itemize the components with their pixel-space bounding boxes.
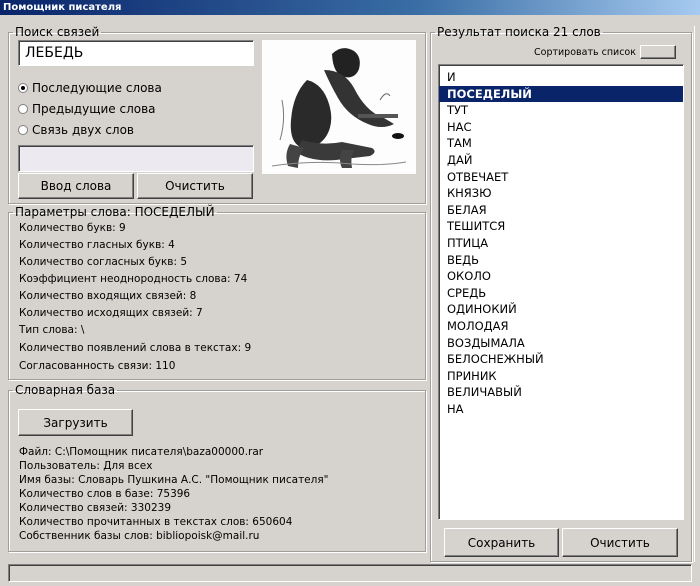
writer-illustration: [262, 40, 416, 174]
result-item[interactable]: СРЕДЬ: [439, 285, 683, 302]
search-group-legend: Поиск связей: [15, 25, 100, 39]
right-edge-panel: [694, 26, 700, 562]
dict-link-count: Количество связей: 330239: [19, 502, 172, 514]
word-params-legend: Параметры слова: ПОСЕДЕЛЫЙ: [15, 205, 215, 219]
dictionary-legend: Словарная база: [15, 383, 116, 397]
second-word-input[interactable]: [18, 145, 254, 172]
sort-list-label: Сортировать список: [534, 47, 636, 58]
sort-list-toggle[interactable]: [640, 45, 676, 59]
dict-file: Файл: C:\Помощник писателя\baza00000.rar: [19, 446, 264, 458]
result-item[interactable]: ПТИЦА: [439, 235, 683, 252]
window-title: Помощник писателя: [0, 0, 700, 15]
param-link-consistency: Согласованность связи: 110: [19, 360, 176, 372]
radio-next-words-label: Последующие слова: [32, 81, 162, 95]
enter-word-button[interactable]: Ввод слова: [18, 173, 134, 199]
result-item[interactable]: ВЕЛИЧАВЫЙ: [439, 384, 683, 401]
status-bar: [8, 564, 692, 582]
result-item[interactable]: БЕЛОСНЕЖНЫЙ: [439, 351, 683, 368]
save-results-button[interactable]: Сохранить: [444, 528, 559, 557]
radio-next-words[interactable]: Последующие слова: [18, 80, 162, 96]
result-item[interactable]: НА: [439, 401, 683, 418]
param-word-type: Тип слова: \: [19, 324, 85, 336]
result-item[interactable]: БЕЛАЯ: [439, 202, 683, 219]
dict-name: Имя базы: Словарь Пушкина А.С. "Помощник…: [19, 474, 329, 486]
result-item[interactable]: ТУТ: [439, 102, 683, 119]
load-dictionary-button[interactable]: Загрузить: [18, 409, 133, 436]
param-outgoing-links: Количество исходящих связей: 7: [19, 307, 203, 319]
result-item[interactable]: КНЯЗЮ: [439, 185, 683, 202]
radio-two-words-link[interactable]: Связь двух слов: [18, 122, 134, 138]
dict-word-count: Количество слов в базе: 75396: [19, 488, 191, 500]
result-item[interactable]: ОДИНОКИЙ: [439, 301, 683, 318]
result-item[interactable]: НАС: [439, 119, 683, 136]
clear-results-button[interactable]: Очистить: [562, 528, 678, 557]
param-heterogeneity: Коэффициент неоднородность слова: 74: [19, 273, 248, 285]
results-legend: Результат поиска 21 слов: [437, 25, 601, 39]
param-occurrences: Количество появлений слова в текстах: 9: [19, 342, 252, 354]
result-item[interactable]: ТЕШИТСЯ: [439, 218, 683, 235]
writer-sketch-image: [262, 40, 416, 174]
result-item[interactable]: ВОЗДЫМАЛА: [439, 335, 683, 352]
radio-previous-words[interactable]: Предыдущие слова: [18, 101, 156, 117]
dict-user: Пользователь: Для всех: [19, 460, 153, 472]
result-item[interactable]: ОКОЛО: [439, 268, 683, 285]
radio-two-words-link-label: Связь двух слов: [32, 123, 135, 137]
result-item[interactable]: ВЕДЬ: [439, 252, 683, 269]
dict-read-words: Количество прочитанных в текстах слов: 6…: [19, 516, 293, 528]
result-item[interactable]: ОТВЕЧАЕТ: [439, 169, 683, 186]
result-item[interactable]: ПРИНИК: [439, 368, 683, 385]
radio-two-words-link-dot[interactable]: [18, 125, 28, 135]
dict-owner: Собственник базы слов: bibliopoisk@mail.…: [19, 530, 260, 542]
radio-next-words-dot[interactable]: [18, 83, 28, 93]
word-input[interactable]: ЛЕБЕДЬ: [18, 40, 254, 66]
param-vowels: Количество гласных букв: 4: [19, 239, 175, 251]
result-item[interactable]: ДАЙ: [439, 152, 683, 169]
results-items: И ПОСЕДЕЛЫЙ ТУТ НАС ТАМ ДАЙ ОТВЕЧАЕТ КНЯЗЮ БЕЛАЯ…: [439, 69, 683, 417]
result-item[interactable]: ПОСЕДЕЛЫЙ: [439, 85, 683, 103]
result-item[interactable]: И: [439, 69, 683, 86]
results-list[interactable]: И ПОСЕДЕЛЫЙ ТУТ НАС ТАМ ДАЙ ОТВЕЧАЕТ КНЯЗЮ БЕЛАЯ…: [438, 64, 684, 520]
radio-previous-words-label: Предыдущие слова: [32, 102, 156, 116]
result-item[interactable]: МОЛОДАЯ: [439, 318, 683, 335]
result-item[interactable]: ТАМ: [439, 135, 683, 152]
clear-search-button[interactable]: Очистить: [137, 173, 253, 199]
word-input-value: ЛЕБЕДЬ: [25, 45, 84, 61]
radio-previous-words-dot[interactable]: [18, 104, 28, 114]
param-incoming-links: Количество входящих связей: 8: [19, 290, 197, 302]
param-consonants: Количество согласных букв: 5: [19, 256, 188, 268]
param-letters: Количество букв: 9: [19, 222, 126, 234]
